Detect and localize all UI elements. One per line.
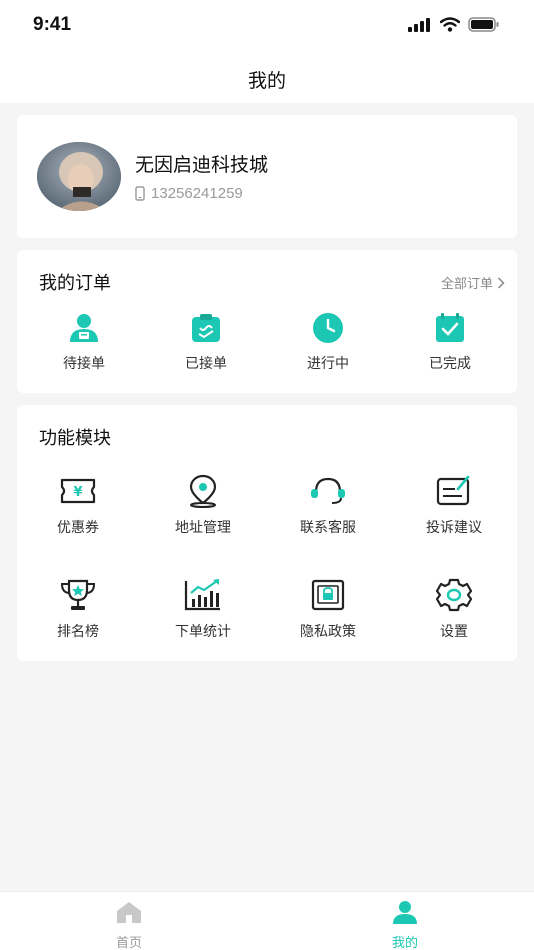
status-icons: [408, 17, 500, 32]
tab-profile-label: 我的: [391, 936, 418, 950]
home-icon: [117, 902, 141, 923]
module-ranking[interactable]: 排名榜: [23, 577, 133, 641]
phone-number: 13256241259: [151, 185, 243, 202]
completed-check-icon: [432, 311, 468, 345]
avatar[interactable]: [37, 142, 121, 211]
gear-icon: [434, 577, 474, 613]
module-ranking-label: 排名榜: [57, 624, 99, 640]
module-feedback[interactable]: 投诉建议: [399, 473, 509, 537]
module-customer-service[interactable]: 联系客服: [273, 473, 383, 537]
status-time: 9:41: [33, 14, 72, 35]
status-bar: 9:41: [0, 0, 534, 52]
profile-name: 无因启迪科技城: [135, 154, 269, 176]
signal-icon: [408, 17, 430, 32]
order-in-progress-label: 进行中: [307, 356, 349, 372]
coupon-icon: ¥: [58, 473, 98, 509]
orders-title: 我的订单: [39, 273, 111, 294]
all-orders-label: 全部订单: [440, 277, 493, 292]
phone-icon: [135, 186, 145, 201]
module-customer-service-label: 联系客服: [300, 520, 356, 536]
order-pending-label: 待接单: [63, 356, 105, 372]
feedback-icon: [434, 473, 474, 509]
svg-text:¥: ¥: [73, 485, 82, 500]
module-privacy-label: 隐私政策: [300, 624, 356, 640]
module-settings[interactable]: 设置: [399, 577, 509, 641]
module-settings-label: 设置: [440, 624, 468, 640]
module-order-stats[interactable]: 下单统计: [148, 577, 258, 641]
location-pin-icon: [183, 473, 223, 509]
module-feedback-label: 投诉建议: [426, 520, 482, 536]
module-coupon[interactable]: ¥ 优惠券: [23, 473, 133, 537]
module-order-stats-label: 下单统计: [175, 624, 231, 640]
modules-card: 功能模块 ¥ 优惠券 地址管理 联系客服 投诉建议 排名榜 下单统计 隐私政策 …: [17, 405, 517, 661]
module-privacy[interactable]: 隐私政策: [273, 577, 383, 641]
module-coupon-label: 优惠券: [57, 520, 99, 536]
order-accepted[interactable]: 已接单: [156, 311, 256, 373]
pending-order-icon: [66, 311, 102, 345]
headset-icon: [308, 473, 348, 509]
profile-phone: 13256241259: [135, 185, 243, 202]
profile-icon: [393, 901, 417, 924]
wifi-icon: [440, 17, 460, 32]
order-accepted-label: 已接单: [185, 356, 227, 372]
module-address[interactable]: 地址管理: [148, 473, 258, 537]
profile-card[interactable]: 无因启迪科技城 13256241259: [17, 115, 517, 238]
module-address-label: 地址管理: [175, 520, 231, 536]
tab-home-label: 首页: [115, 936, 142, 950]
clock-icon: [310, 311, 346, 345]
chart-icon: [183, 577, 223, 613]
nav-bar: 我的: [0, 52, 534, 103]
modules-title: 功能模块: [39, 428, 111, 449]
accepted-order-icon: [188, 311, 224, 345]
battery-icon: [468, 17, 499, 32]
lock-icon: [308, 577, 348, 613]
page-title: 我的: [247, 70, 286, 92]
order-pending[interactable]: 待接单: [34, 311, 134, 373]
tab-home[interactable]: 首页: [69, 900, 189, 950]
chevron-right-icon: [497, 276, 505, 289]
order-in-progress[interactable]: 进行中: [278, 311, 378, 373]
orders-card: 我的订单 全部订单 待接单 已接单 进行中 已完成: [17, 250, 517, 393]
order-completed-label: 已完成: [429, 356, 471, 372]
trophy-icon: [58, 577, 98, 613]
all-orders-link[interactable]: 全部订单: [441, 273, 505, 292]
tab-profile[interactable]: 我的: [345, 900, 465, 950]
tab-bar: 首页 我的: [0, 891, 534, 950]
order-completed[interactable]: 已完成: [400, 311, 500, 373]
